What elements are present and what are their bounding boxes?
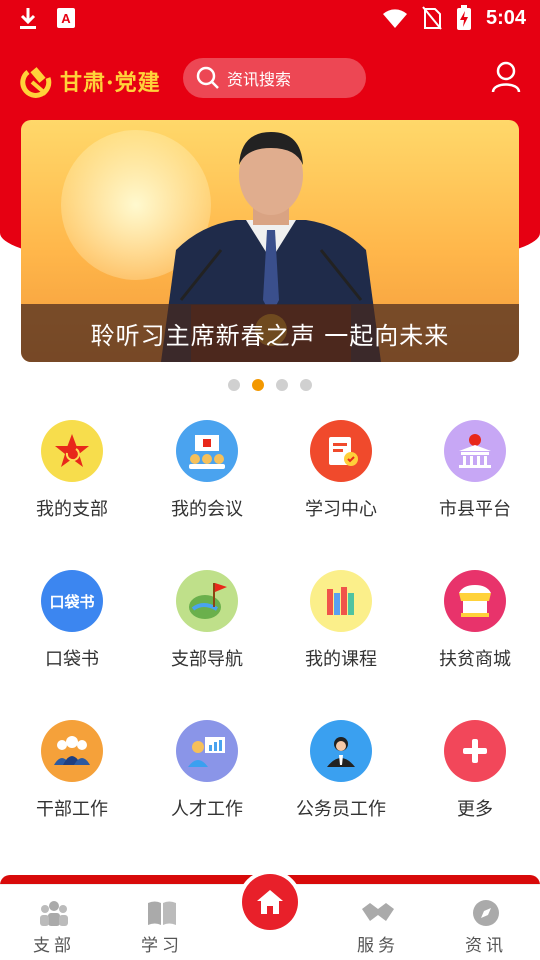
grid-item-label: 干部工作 [36, 799, 108, 820]
tab-label: 学习 [141, 936, 183, 956]
tab-news[interactable]: 资讯 [432, 885, 540, 960]
civil-servant-icon [310, 720, 372, 782]
tab-service[interactable]: 服务 [324, 885, 432, 960]
pocket-book-icon-text: 口袋书 [49, 592, 95, 611]
search-icon [196, 66, 219, 89]
grid-item-label: 学习中心 [305, 499, 377, 520]
banner-caption-bar: 聆听习主席新春之声 一起向未来 [21, 304, 519, 362]
grid-item-civil-servant-work[interactable]: 公务员工作 [274, 720, 408, 830]
grid-item-label: 人才工作 [171, 799, 243, 820]
grid-item-label: 我的会议 [171, 499, 243, 520]
carousel-dot[interactable] [228, 379, 240, 391]
government-building-icon [444, 420, 506, 482]
carousel-dot-active[interactable] [252, 379, 264, 391]
study-center-icon [310, 420, 372, 482]
cadres-icon [41, 720, 103, 782]
status-bar: A 5:04 [0, 0, 540, 38]
meeting-icon [176, 420, 238, 482]
hammer-sickle-icon [20, 67, 52, 98]
grid-item-label: 我的课程 [305, 649, 377, 670]
grid-item-my-meetings[interactable]: 我的会议 [140, 420, 274, 530]
handshake-icon [362, 903, 394, 921]
grid-item-pocket-book[interactable]: 口袋书 口袋书 [5, 570, 139, 680]
open-book-icon [148, 901, 176, 925]
brand-name: 甘肃·党建 [60, 70, 161, 96]
compass-icon [473, 900, 499, 926]
books-icon [310, 570, 372, 632]
map-flag-icon [176, 570, 238, 632]
clock: 5:04 [485, 6, 526, 29]
carousel-dot[interactable] [276, 379, 288, 391]
grid-item-talent-work[interactable]: 人才工作 [140, 720, 274, 830]
user-icon [491, 61, 521, 93]
pocket-book-icon: 口袋书 [41, 570, 103, 632]
grid-item-label: 市县平台 [439, 499, 511, 520]
tab-study[interactable]: 学习 [108, 885, 216, 960]
download-icon [20, 8, 36, 29]
user-profile-button[interactable] [490, 60, 522, 94]
grid-item-poverty-alleviation-mall[interactable]: 扶贫商城 [408, 570, 540, 680]
tab-label: 支部 [33, 936, 75, 956]
grid-item-study-center[interactable]: 学习中心 [274, 420, 408, 530]
grid-item-cadre-work[interactable]: 干部工作 [5, 720, 139, 830]
search-placeholder: 资讯搜索 [227, 70, 292, 89]
plus-icon [444, 720, 506, 782]
home-icon [257, 890, 283, 914]
grid-item-branch-navigation[interactable]: 支部导航 [140, 570, 274, 680]
carousel-indicator [0, 379, 540, 391]
shop-stall-icon [444, 570, 506, 632]
talent-presentation-icon [176, 720, 238, 782]
grid-item-my-courses[interactable]: 我的课程 [274, 570, 408, 680]
banner-carousel[interactable]: 聆听习主席新春之声 一起向未来 [21, 120, 519, 362]
no-sim-icon [422, 6, 442, 30]
tab-label: 服务 [357, 936, 399, 956]
banner-caption: 聆听习主席新春之声 一起向未来 [90, 321, 450, 350]
carousel-dot[interactable] [300, 379, 312, 391]
app-logo: 甘肃·党建 [20, 64, 161, 98]
grid-item-more[interactable]: 更多 [408, 720, 540, 830]
wifi-icon [382, 9, 407, 28]
people-icon [40, 901, 68, 926]
app-notification-icon: A [57, 8, 75, 28]
grid-item-label: 口袋书 [45, 649, 99, 670]
search-bar[interactable]: 资讯搜索 [183, 58, 366, 98]
party-star-icon [41, 420, 103, 482]
tab-label: 资讯 [465, 936, 507, 956]
grid-item-label: 扶贫商城 [439, 649, 511, 670]
svg-text:A: A [61, 11, 71, 26]
tab-branch[interactable]: 支部 [0, 885, 108, 960]
grid-item-label: 更多 [457, 799, 493, 820]
grid-item-county-platform[interactable]: 市县平台 [408, 420, 540, 530]
grid-item-label: 支部导航 [171, 649, 243, 670]
battery-charging-icon [456, 5, 471, 30]
grid-item-label: 我的支部 [36, 499, 108, 520]
grid-item-label: 公务员工作 [296, 799, 386, 820]
home-button-wrap [238, 870, 302, 934]
grid-item-my-branch[interactable]: 我的支部 [5, 420, 139, 530]
home-button[interactable] [242, 874, 298, 930]
